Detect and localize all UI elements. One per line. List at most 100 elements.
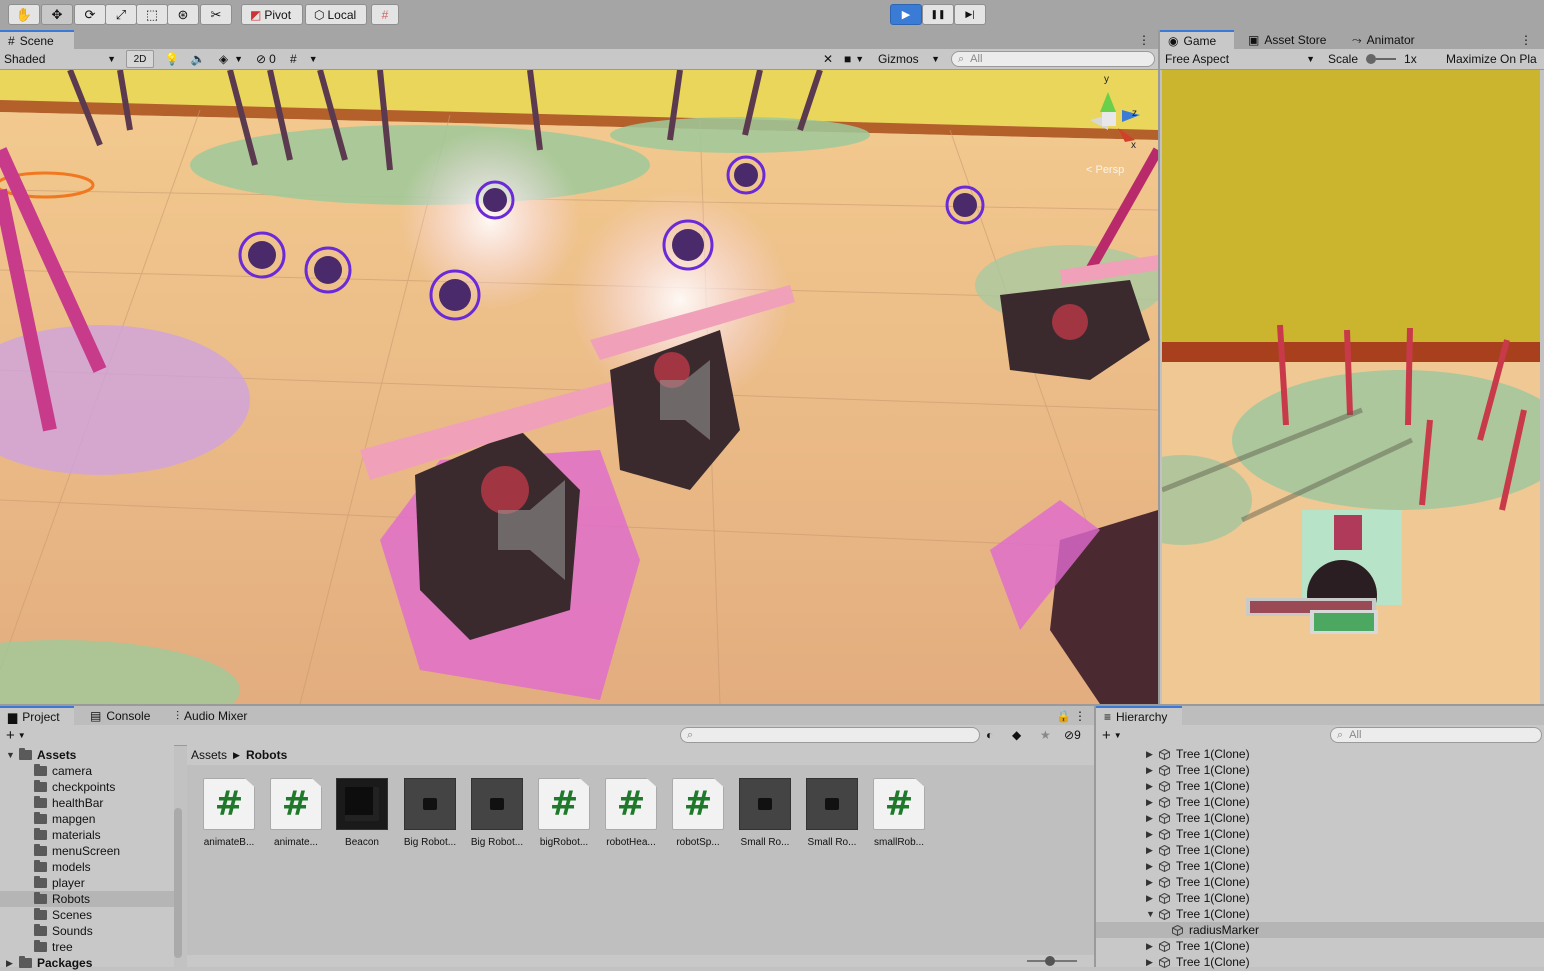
chevron-right-icon[interactable]: ▶: [1146, 797, 1156, 808]
asset-item[interactable]: # animate...: [266, 778, 326, 848]
tree-scrollbar[interactable]: [174, 808, 182, 958]
rotate-tool-button[interactable]: ⟳: [74, 4, 106, 25]
folder-tree-item[interactable]: Robots: [0, 891, 174, 907]
lighting-toggle[interactable]: 💡: [162, 50, 182, 68]
scene-menu-button[interactable]: ⋮: [1138, 30, 1158, 50]
folder-tree-item[interactable]: checkpoints: [0, 779, 174, 795]
folder-tree-item[interactable]: models: [0, 859, 174, 875]
tab-audio-mixer[interactable]: ⫶ Audio Mixer: [168, 706, 268, 726]
chevron-down-icon[interactable]: ▼: [6, 750, 16, 760]
scene-tools-button[interactable]: ✕: [820, 50, 836, 68]
chevron-right-icon[interactable]: ▶: [1146, 893, 1156, 904]
tab-project[interactable]: ▆ Project: [0, 706, 74, 726]
asset-item[interactable]: # animateB...: [199, 778, 259, 848]
tab-animator[interactable]: ⤳ Animator: [1344, 30, 1434, 50]
hierarchy-row[interactable]: ▶ Tree 1(Clone): [1096, 778, 1544, 794]
panel-divider[interactable]: [1158, 30, 1160, 704]
pivot-toggle[interactable]: ◩ Pivot: [241, 4, 303, 25]
breadcrumb-robots[interactable]: Robots: [246, 748, 287, 762]
local-toggle[interactable]: ⬡ Local: [305, 4, 367, 25]
create-object-dropdown[interactable]: + ▼: [1102, 726, 1130, 744]
hierarchy-row[interactable]: ▶ Tree 1(Clone): [1096, 938, 1544, 954]
chevron-right-icon[interactable]: ▶: [1146, 781, 1156, 792]
game-view[interactable]: [1162, 70, 1544, 704]
hierarchy-row[interactable]: ▶ Tree 1(Clone): [1096, 762, 1544, 778]
tab-asset-store[interactable]: ▣ Asset Store: [1240, 30, 1334, 50]
folder-tree-item[interactable]: healthBar: [0, 795, 174, 811]
chevron-right-icon[interactable]: ▶: [1146, 765, 1156, 776]
custom-tool-button[interactable]: ✂: [200, 4, 232, 25]
hierarchy-row[interactable]: ▶ Tree 1(Clone): [1096, 826, 1544, 842]
scale-slider[interactable]: Scale 1x: [1328, 50, 1440, 68]
scale-tool-button[interactable]: ⤢: [105, 4, 137, 25]
grid-snap-button[interactable]: #: [371, 4, 399, 25]
folder-tree-item[interactable]: Scenes: [0, 907, 174, 923]
folder-tree-item[interactable]: player: [0, 875, 174, 891]
grid-dropdown[interactable]: # ▼: [290, 50, 328, 68]
breadcrumb-assets[interactable]: Assets: [191, 748, 227, 762]
asset-item[interactable]: # smallRob...: [869, 778, 929, 848]
asset-item[interactable]: Big Robot...: [467, 778, 527, 848]
chevron-right-icon[interactable]: ▶: [1146, 941, 1156, 952]
audio-toggle[interactable]: 🔈: [188, 50, 208, 68]
folder-tree-item[interactable]: ▼ Assets: [0, 747, 174, 763]
chevron-right-icon[interactable]: ▶: [1146, 877, 1156, 888]
chevron-right-icon[interactable]: ▶: [1146, 845, 1156, 856]
persp-label[interactable]: < Persp: [1086, 164, 1124, 176]
hidden-objects-toggle[interactable]: ⊘ 0: [256, 50, 286, 68]
folder-tree-item[interactable]: mapgen: [0, 811, 174, 827]
play-button[interactable]: ▶: [890, 4, 922, 25]
create-asset-dropdown[interactable]: + ▼: [6, 726, 34, 744]
shading-mode-dropdown[interactable]: Shaded ▼: [4, 50, 118, 68]
aspect-dropdown[interactable]: Free Aspect ▼: [1165, 50, 1319, 68]
chevron-right-icon[interactable]: ▶: [1146, 813, 1156, 824]
asset-item[interactable]: # robotSp...: [668, 778, 728, 848]
hierarchy-row[interactable]: ▶ Tree 1(Clone): [1096, 858, 1544, 874]
asset-item[interactable]: Small Ro...: [802, 778, 862, 848]
chevron-right-icon[interactable]: ▶: [1146, 957, 1156, 968]
asset-item[interactable]: # robotHea...: [601, 778, 661, 848]
asset-item[interactable]: Small Ro...: [735, 778, 795, 848]
project-search-input[interactable]: ⌕: [680, 727, 980, 743]
hierarchy-row[interactable]: ▶ Tree 1(Clone): [1096, 842, 1544, 858]
asset-item[interactable]: Big Robot...: [400, 778, 460, 848]
hierarchy-row[interactable]: ▼ Tree 1(Clone): [1096, 906, 1544, 922]
scene-search-input[interactable]: ⌕ All: [951, 51, 1155, 67]
chevron-down-icon[interactable]: ▼: [1146, 909, 1156, 919]
folder-tree-item[interactable]: ▶ Packages: [0, 955, 174, 971]
asset-item[interactable]: # bigRobot...: [534, 778, 594, 848]
favorites-button[interactable]: ★: [1040, 726, 1056, 744]
search-by-label-button[interactable]: ◆: [1012, 726, 1028, 744]
maximize-on-play-toggle[interactable]: Maximize On Pla: [1446, 50, 1544, 68]
scene-view[interactable]: y z x < Persp: [0, 70, 1158, 704]
chevron-right-icon[interactable]: ▶: [1146, 861, 1156, 872]
hierarchy-search-input[interactable]: ⌕ All: [1330, 727, 1542, 743]
hierarchy-row[interactable]: radiusMarker: [1096, 922, 1544, 938]
game-menu-button[interactable]: ⋮: [1520, 30, 1540, 50]
asset-item[interactable]: Beacon: [332, 778, 392, 848]
effects-dropdown[interactable]: ◈ ▼: [212, 50, 250, 68]
folder-tree-item[interactable]: Sounds: [0, 923, 174, 939]
folder-tree-item[interactable]: camera: [0, 763, 174, 779]
hierarchy-row[interactable]: ▶ Tree 1(Clone): [1096, 810, 1544, 826]
step-button[interactable]: ▶|: [954, 4, 986, 25]
hand-tool-button[interactable]: ✋: [8, 4, 40, 25]
tab-scene[interactable]: # Scene: [0, 30, 74, 50]
rect-tool-button[interactable]: ⬚: [136, 4, 168, 25]
chevron-right-icon[interactable]: ▶: [1146, 829, 1156, 840]
camera-dropdown[interactable]: ■ ▼: [844, 50, 874, 68]
hierarchy-row[interactable]: ▶ Tree 1(Clone): [1096, 794, 1544, 810]
hierarchy-row[interactable]: ▶ Tree 1(Clone): [1096, 890, 1544, 906]
tab-game[interactable]: ◉ Game: [1160, 30, 1234, 50]
move-tool-button[interactable]: ✥: [41, 4, 73, 25]
folder-tree-item[interactable]: materials: [0, 827, 174, 843]
zoom-slider-knob[interactable]: [1045, 956, 1055, 966]
search-by-type-button[interactable]: ◐: [986, 726, 1002, 744]
tab-hierarchy[interactable]: ≡ Hierarchy: [1096, 706, 1182, 726]
hierarchy-row[interactable]: ▶ Tree 1(Clone): [1096, 874, 1544, 890]
project-menu-button[interactable]: ⋮: [1074, 706, 1090, 726]
hidden-packages-toggle[interactable]: ⊘ 9: [1064, 726, 1092, 744]
transform-tool-button[interactable]: ⊛: [167, 4, 199, 25]
gizmos-dropdown[interactable]: Gizmos ▼: [878, 50, 942, 68]
hierarchy-row[interactable]: ▶ Tree 1(Clone): [1096, 746, 1544, 762]
